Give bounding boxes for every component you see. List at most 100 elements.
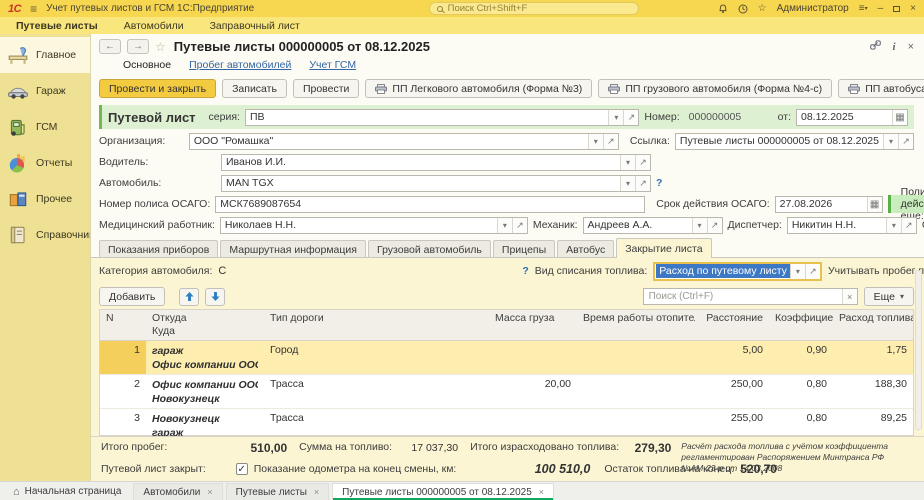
- dropdown-icon[interactable]: [790, 264, 805, 279]
- dispatcher-field[interactable]: Никитин Н.Н.: [787, 217, 917, 234]
- settings-menu-icon[interactable]: ≡▾: [859, 3, 868, 14]
- dropdown-icon[interactable]: [620, 155, 635, 170]
- favorite-star-icon[interactable]: ☆: [155, 40, 166, 54]
- post-and-close-button[interactable]: Провести и закрыть: [99, 79, 216, 98]
- sidebar-item-main[interactable]: Главное: [0, 37, 90, 73]
- add-row-button[interactable]: Добавить: [99, 287, 165, 306]
- dropdown-icon[interactable]: [608, 110, 623, 125]
- nav-car-mileage[interactable]: Пробег автомобилей: [189, 59, 291, 71]
- open-icon[interactable]: [603, 134, 618, 149]
- open-icon[interactable]: [901, 218, 916, 233]
- dropdown-icon[interactable]: [886, 218, 901, 233]
- favorites-star-icon[interactable]: ☆: [758, 3, 767, 14]
- clear-search-icon[interactable]: ×: [842, 289, 857, 304]
- medic-field[interactable]: Николаев Н.Н.: [220, 217, 528, 234]
- global-search-input[interactable]: Поиск Ctrl+Shift+F: [429, 2, 639, 15]
- sidebar-item-fuel[interactable]: ГСМ: [0, 109, 90, 145]
- move-row-down-icon[interactable]: [205, 288, 225, 306]
- dropdown-icon[interactable]: [588, 134, 603, 149]
- open-icon[interactable]: [898, 134, 913, 149]
- close-tab-icon[interactable]: ×: [314, 487, 319, 497]
- dropdown-icon[interactable]: [692, 218, 707, 233]
- table-search-input[interactable]: Поиск (Ctrl+F) ×: [643, 288, 858, 305]
- sidebar-item-reports[interactable]: Отчеты: [0, 145, 90, 181]
- col-from-to[interactable]: Откуда Куда: [146, 310, 264, 340]
- history-clock-icon[interactable]: [738, 4, 748, 14]
- tab-route-info[interactable]: Маршрутная информация: [220, 240, 366, 258]
- close-window-icon[interactable]: ×: [910, 3, 916, 14]
- fuel-type-help-icon[interactable]: ?: [522, 265, 528, 277]
- dropdown-icon[interactable]: [497, 218, 512, 233]
- close-tab-icon[interactable]: ×: [539, 487, 544, 497]
- table-vertical-scrollbar[interactable]: [915, 270, 922, 430]
- move-row-up-icon[interactable]: [179, 288, 199, 306]
- taskbar-tab-current-waybill[interactable]: Путевые листы 000000005 от 08.12.2025 ×: [332, 483, 554, 500]
- open-icon[interactable]: [623, 110, 638, 125]
- osago-policy-field[interactable]: МСК7689087654: [215, 196, 645, 213]
- menu-item-refuel-sheet[interactable]: Заправочный лист: [210, 20, 300, 32]
- sidebar-item-garage[interactable]: Гараж: [0, 73, 90, 109]
- grid-more-button[interactable]: Еще▾: [864, 287, 914, 306]
- info-icon[interactable]: i: [893, 41, 896, 53]
- maximize-icon[interactable]: [893, 6, 900, 12]
- print-car-form-button[interactable]: ПП Легкового автомобиля (Форма №3): [365, 79, 592, 98]
- calendar-icon[interactable]: [892, 110, 907, 125]
- nav-fuel-accounting[interactable]: Учет ГСМ: [309, 59, 356, 71]
- table-row[interactable]: 1 гараж Офис компании ООО "Ромашка" Горо…: [100, 341, 913, 375]
- open-icon[interactable]: [805, 264, 820, 279]
- tab-sheet-closing[interactable]: Закрытие листа: [616, 238, 711, 258]
- car-help-icon[interactable]: ?: [656, 177, 662, 189]
- taskbar-tab-cars[interactable]: Автомобили ×: [133, 483, 222, 500]
- sheet-closed-checkbox[interactable]: ✓: [236, 463, 248, 475]
- post-button[interactable]: Провести: [293, 79, 359, 98]
- open-icon[interactable]: [512, 218, 527, 233]
- col-coefficient[interactable]: Коэффициент: [769, 310, 833, 340]
- print-truck-form-button[interactable]: ПП грузового автомобиля (Форма №4-с): [598, 79, 832, 98]
- main-menu-icon[interactable]: ≡: [30, 2, 37, 16]
- open-icon[interactable]: [707, 218, 722, 233]
- sidebar-item-catalogs[interactable]: Справочники: [0, 217, 90, 253]
- dropdown-icon[interactable]: [620, 176, 635, 191]
- menu-item-waybills[interactable]: Путевые листы: [16, 20, 98, 32]
- nav-main[interactable]: Основное: [123, 59, 171, 71]
- fuel-rest-label: Остаток топлива на конец:: [604, 463, 734, 475]
- driver-field[interactable]: Иванов И.И.: [221, 154, 651, 171]
- mechanic-field[interactable]: Андреев А.А.: [583, 217, 723, 234]
- table-row[interactable]: 2 Офис компании ООО "Ромашка" Новокузнец…: [100, 375, 913, 409]
- open-icon[interactable]: [635, 176, 650, 191]
- home-page-tab[interactable]: ⌂ Начальная страница: [4, 483, 130, 500]
- minimize-icon[interactable]: –: [878, 3, 884, 14]
- col-n[interactable]: N: [100, 310, 146, 340]
- close-document-icon[interactable]: ×: [908, 41, 914, 53]
- date-field[interactable]: 08.12.2025: [796, 109, 908, 126]
- forward-arrow-icon[interactable]: [127, 39, 149, 54]
- fuel-writeoff-field[interactable]: Расход по путевому листу: [653, 262, 822, 281]
- current-user[interactable]: Администратор: [777, 3, 849, 14]
- tab-gauges[interactable]: Показания приборов: [99, 240, 218, 258]
- reference-field[interactable]: Путевые листы 000000005 от 08.12.2025: [675, 133, 914, 150]
- get-link-icon[interactable]: [870, 40, 881, 53]
- tab-bus[interactable]: Автобус: [557, 240, 614, 258]
- calendar-icon[interactable]: [867, 197, 882, 212]
- col-heater-time[interactable]: Время работы отопителя: [577, 310, 695, 340]
- tab-trailers[interactable]: Прицепы: [493, 240, 555, 258]
- car-field[interactable]: MAN TGX: [221, 175, 651, 192]
- open-icon[interactable]: [635, 155, 650, 170]
- back-arrow-icon[interactable]: [99, 39, 121, 54]
- sidebar-item-other[interactable]: Прочее: [0, 181, 90, 217]
- series-field[interactable]: ПВ: [245, 109, 639, 126]
- col-road-type[interactable]: Тип дороги: [264, 310, 489, 340]
- print-bus-form-button[interactable]: ПП автобуса (Форма 6спец): [838, 79, 924, 98]
- notifications-bell-icon[interactable]: [718, 4, 728, 14]
- col-distance[interactable]: Расстояние: [695, 310, 769, 340]
- save-button[interactable]: Записать: [222, 79, 287, 98]
- tab-truck[interactable]: Грузовой автомобиль: [368, 240, 491, 258]
- menu-item-cars[interactable]: Автомобили: [124, 20, 184, 32]
- taskbar-tab-waybills[interactable]: Путевые листы ×: [226, 483, 330, 500]
- close-tab-icon[interactable]: ×: [207, 487, 212, 497]
- organization-field[interactable]: ООО "Ромашка": [189, 133, 619, 150]
- osago-term-field[interactable]: 27.08.2026: [775, 196, 883, 213]
- col-fuel-consumption[interactable]: Расход топлива: [833, 310, 913, 340]
- col-cargo-mass[interactable]: Масса груза: [489, 310, 577, 340]
- dropdown-icon[interactable]: [883, 134, 898, 149]
